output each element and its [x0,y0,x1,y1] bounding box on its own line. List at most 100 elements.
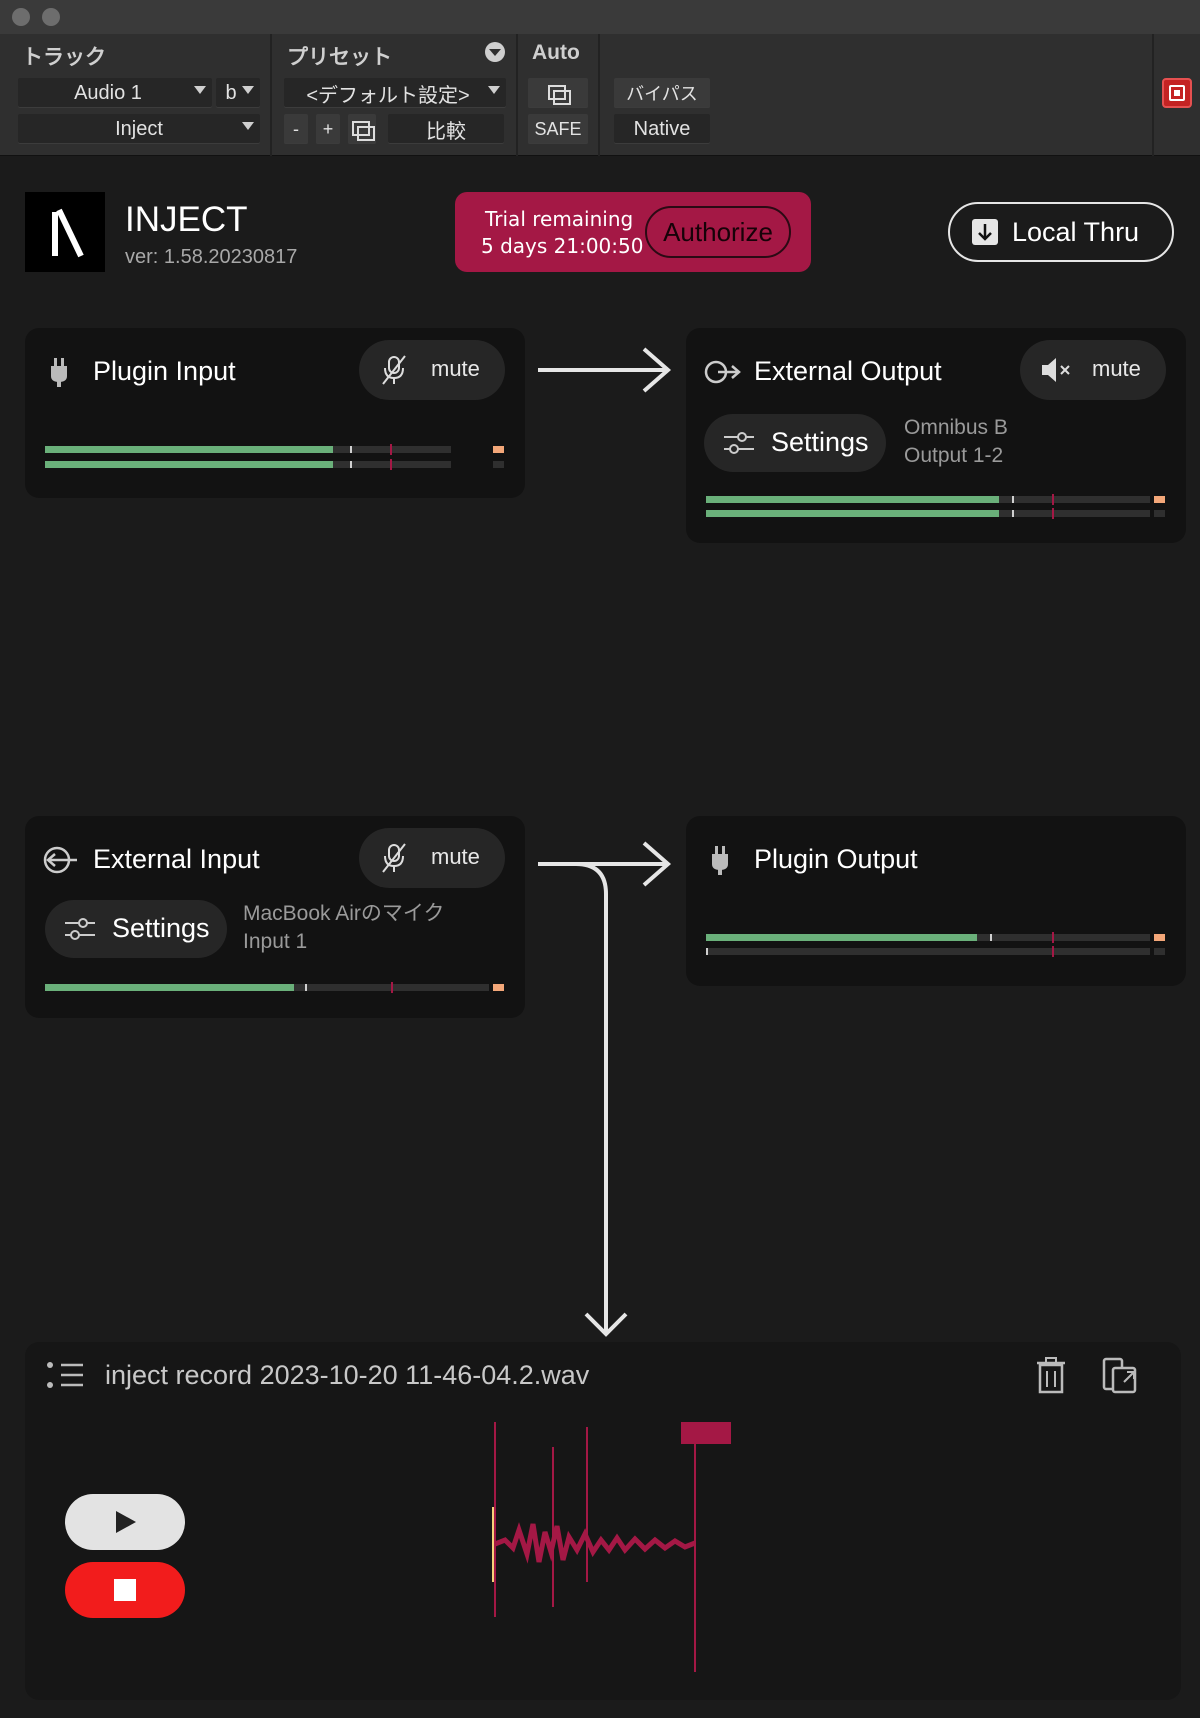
level-meter [706,946,1150,957]
plugin-power-button[interactable] [1162,78,1192,108]
settings-label: Settings [771,427,869,457]
playhead-marker[interactable] [681,1422,731,1444]
input-arrow-icon [43,846,77,874]
chevron-down-icon [242,86,254,94]
divider [598,34,600,156]
clip-indicator [1154,496,1165,503]
divider [270,34,272,156]
safe-label: SAFE [534,118,582,139]
output-arrow-icon [704,360,741,384]
track-variant-select[interactable]: b [216,78,260,108]
trial-remaining-time: 5 days 21:00:50 [481,234,644,258]
list-icon[interactable] [45,1358,85,1394]
clip-indicator [493,984,504,991]
chevron-down-icon [242,122,254,130]
external-input-title: External Input [93,844,260,874]
copy-settings-button[interactable] [348,114,376,144]
play-icon [116,1511,136,1533]
recorder-panel: inject record 2023-10-20 11-46-04.2.wav [25,1342,1181,1700]
chevron-down-icon [488,86,500,94]
export-file-icon[interactable] [1101,1356,1141,1394]
divider [1152,34,1154,156]
external-input-mute-button[interactable]: mute [359,828,505,888]
recording-filename: inject record 2023-10-20 11-46-04.2.wav [105,1360,590,1390]
plug-icon [51,358,67,387]
clip-indicator [1154,948,1165,955]
signal-flow-arrow [538,347,672,393]
mic-muted-icon [382,843,406,873]
trial-banner: Trial remaining 5 days 21:00:50 Authoriz… [455,192,811,272]
next-preset-button[interactable]: + [316,114,340,144]
external-output-mute-button[interactable]: mute [1020,340,1166,400]
plus-label: + [322,118,334,139]
external-output-settings-button[interactable]: Settings [704,414,886,472]
clip-indicator [493,461,504,468]
local-thru-label: Local Thru [1012,216,1140,247]
copy-icon [352,121,375,141]
insert-select[interactable]: Inject [18,114,260,144]
plugin-output-panel: Plugin Output [686,816,1186,986]
authorize-button[interactable]: Authorize [645,206,791,258]
target-window-button[interactable] [528,78,588,108]
speaker-muted-icon [1042,358,1070,382]
safe-button[interactable]: SAFE [528,114,588,144]
signal-flow-arrow [538,841,672,1337]
clip-indicator [1154,934,1165,941]
insert-name: Inject [115,117,163,140]
waveform-display [492,1422,731,1672]
bypass-button[interactable]: バイパス [614,78,710,108]
level-meter [45,459,451,470]
host-plugin-header: トラック プリセット Auto Audio 1 b Inject <デフォルト設… [0,34,1200,156]
divider [516,34,518,156]
external-input-panel: External Input mute Settings MacBook Air… [25,816,525,1018]
track-section-header: トラック [22,46,106,69]
native-label: Native [633,117,691,140]
preset-menu-icon[interactable] [485,42,505,62]
previous-preset-button[interactable]: - [284,114,308,144]
preset-section-header: プリセット [287,46,392,69]
external-input-settings-button[interactable]: Settings [45,900,227,958]
plugin-input-mute-button[interactable]: mute [359,340,505,400]
auto-section-header: Auto [532,41,580,64]
power-icon [1169,85,1185,101]
level-meter [706,508,1150,519]
mute-label: mute [1092,356,1141,381]
external-output-title: External Output [754,356,942,386]
close-window-button[interactable] [12,8,30,26]
plugin-output-title: Plugin Output [754,844,918,874]
track-select[interactable]: Audio 1 [18,78,212,108]
level-meter [706,494,1150,505]
plugin-version: ver: 1.58.20230817 [125,246,298,268]
plugin-title: INJECT [125,200,248,239]
compare-button[interactable]: 比較 [388,114,504,144]
sliders-icon [65,918,95,940]
level-meter [45,982,489,993]
record-stop-button[interactable] [65,1562,185,1618]
output-channels: Output 1-2 [904,444,1004,467]
local-thru-button[interactable]: Local Thru [948,202,1174,262]
mute-label: mute [431,356,480,381]
play-button[interactable] [65,1494,185,1550]
download-box-icon [972,219,998,245]
window-titlebar [0,0,1200,34]
inject-logo [25,192,105,272]
input-channel: Input 1 [243,930,308,953]
level-meter [45,444,451,455]
mic-muted-icon [382,355,406,385]
preset-select[interactable]: <デフォルト設定> [284,78,506,108]
bypass-label: バイパス [626,84,698,104]
plugin-input-panel: Plugin Input mute [25,328,525,498]
trial-remaining-label: Trial remaining [485,207,634,231]
minimize-window-button[interactable] [42,8,60,26]
clip-indicator [1154,510,1165,517]
settings-label: Settings [112,913,210,943]
output-device-name: Omnibus B [904,416,1008,439]
trash-icon[interactable] [1035,1356,1067,1394]
compare-label: 比較 [426,120,466,143]
window-icon [548,85,571,105]
sliders-icon [724,432,754,454]
minus-label: - [293,118,299,139]
chevron-down-icon [194,86,206,94]
stop-icon [114,1579,136,1601]
native-indicator: Native [614,114,710,144]
